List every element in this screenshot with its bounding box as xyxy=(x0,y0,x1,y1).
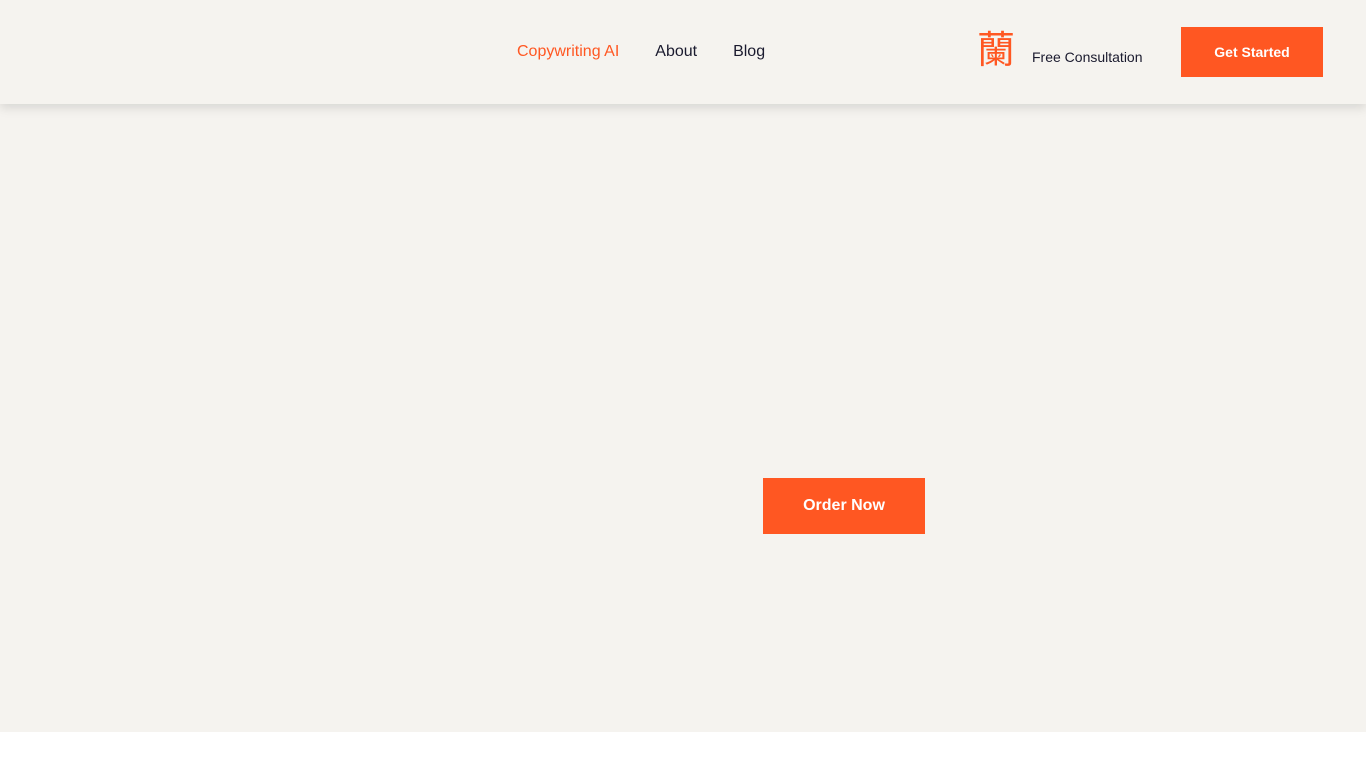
main-nav: Copywriting AI About Blog xyxy=(517,0,801,104)
site-header: Copywriting AI About Blog 蘭 Free Consult… xyxy=(0,0,1366,104)
nav-link-blog[interactable]: Blog xyxy=(733,43,765,61)
get-started-button[interactable]: Get Started xyxy=(1181,27,1323,77)
nav-link-about[interactable]: About xyxy=(655,43,697,61)
page: Copywriting AI About Blog 蘭 Free Consult… xyxy=(0,0,1366,768)
order-now-button[interactable]: Order Now xyxy=(763,478,925,534)
page-bottom-strip xyxy=(0,732,1366,768)
nav-link-copywriting-ai[interactable]: Copywriting AI xyxy=(517,43,619,61)
free-consultation-link[interactable]: Free Consultation xyxy=(1032,49,1143,65)
brand-logo-icon: 蘭 xyxy=(977,28,1016,72)
hero-section: Order Now xyxy=(0,104,1366,732)
